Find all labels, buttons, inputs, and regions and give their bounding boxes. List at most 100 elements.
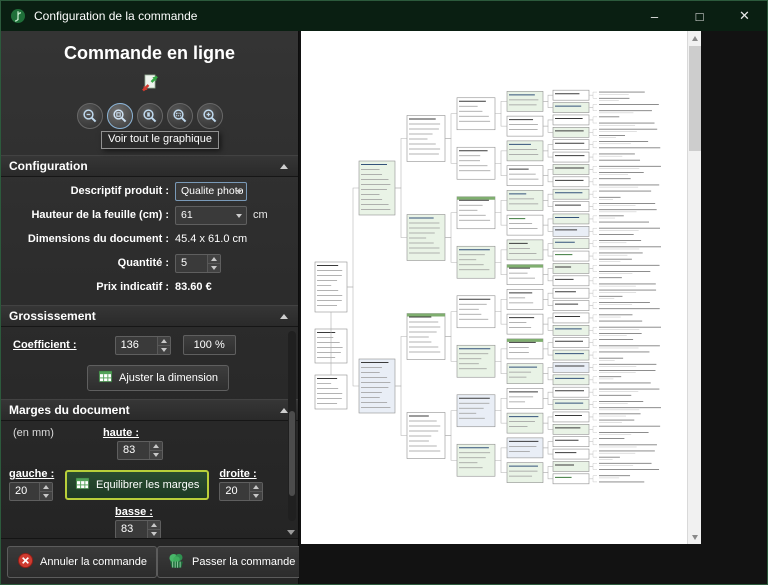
coefficient-increment-button[interactable]	[157, 336, 170, 345]
margin-top-value: 83	[123, 444, 136, 456]
section-title: Marges du document	[9, 403, 130, 417]
section-title: Grossissement	[9, 309, 96, 323]
price-label: Prix indicatif :	[96, 281, 169, 293]
balance-grid-icon	[75, 476, 90, 494]
margin-left-value: 20	[15, 485, 28, 497]
margin-right-label: droite :	[219, 468, 257, 480]
collapse-icon[interactable]	[280, 407, 288, 413]
close-button[interactable]: ✕	[722, 1, 767, 31]
margin-bottom-column: basse : 83	[1, 506, 171, 538]
margin-bottom-stepper[interactable]: 83	[115, 520, 161, 538]
window-content: Commande en ligne Voir tout le graphique…	[1, 31, 767, 584]
document-preview-area	[299, 31, 767, 584]
margin-top-decrement-button[interactable]	[150, 450, 162, 459]
quantity-value: 5	[181, 256, 188, 269]
scrollbar-up-arrow[interactable]	[688, 31, 702, 45]
margin-right-stepper[interactable]: 20	[219, 482, 264, 501]
genealogy-tree-preview	[314, 89, 661, 485]
collapse-icon[interactable]	[280, 313, 288, 319]
margin-right-decrement-button[interactable]	[250, 491, 263, 500]
margin-left-label: gauche :	[9, 468, 55, 480]
section-title: Configuration	[9, 159, 88, 173]
maximize-button[interactable]: □	[677, 1, 722, 31]
coefficient-row: Coefficient : 136 100 %	[1, 335, 298, 355]
app-icon	[10, 8, 26, 24]
window-title: Configuration de la commande	[34, 9, 198, 23]
minimize-button[interactable]: –	[632, 1, 677, 31]
dimensions-label: Dimensions du document :	[27, 233, 169, 245]
price-row: Prix indicatif : 83.60 €	[1, 277, 298, 297]
margin-top-stepper[interactable]: 83	[117, 441, 163, 460]
balance-margins-label: Equilibrer les marges	[96, 478, 200, 491]
basket-icon	[167, 551, 186, 573]
margin-left-decrement-button[interactable]	[40, 491, 52, 500]
chevron-down-icon	[236, 213, 242, 218]
order-panel: Commande en ligne Voir tout le graphique…	[1, 31, 306, 584]
zoom-tooltip: Voir tout le graphique	[101, 131, 219, 149]
quantity-decrement-button[interactable]	[208, 262, 220, 272]
document-page[interactable]	[301, 31, 687, 544]
margin-bottom-value: 83	[121, 523, 134, 535]
scrollbar-down-arrow[interactable]	[688, 530, 702, 544]
adjust-dimension-button[interactable]: Ajuster la dimension	[87, 365, 230, 391]
adjust-row: Ajuster la dimension	[1, 365, 298, 391]
margin-bottom-increment-button[interactable]	[148, 521, 160, 529]
margin-left-increment-button[interactable]	[40, 483, 52, 491]
titlebar[interactable]: Configuration de la commande – □ ✕	[1, 1, 767, 31]
zoom-selection-button[interactable]	[166, 103, 193, 129]
preview-scrollbar-thumb[interactable]	[689, 46, 701, 151]
quantity-stepper[interactable]: 5	[175, 253, 221, 273]
panel-scroll-down-arrow[interactable]	[287, 530, 295, 535]
margin-right-increment-button[interactable]	[250, 483, 263, 491]
margins-unit-note: (en mm)	[13, 427, 54, 439]
chevron-down-icon	[236, 189, 242, 194]
zoom-page-button[interactable]	[136, 103, 163, 129]
collapse-icon[interactable]	[280, 163, 288, 169]
sheet-height-row: Hauteur de la feuille (cm) : 61 cm	[1, 205, 298, 225]
sheet-height-select[interactable]: 61	[175, 205, 247, 225]
online-order-icon	[1, 71, 298, 97]
cancel-order-button[interactable]: Annuler la commande	[7, 545, 158, 578]
order-footer: Annuler la commande Passer la commande	[1, 538, 306, 584]
margin-right-value: 20	[225, 485, 238, 497]
sheet-height-unit: cm	[253, 209, 268, 221]
panel-scrollbar-thumb[interactable]	[289, 410, 295, 497]
zoom-in-button[interactable]	[196, 103, 223, 129]
place-order-label: Passer la commande	[192, 555, 296, 568]
zoom-out-button[interactable]	[76, 103, 103, 129]
product-select[interactable]: Qualite photo	[175, 181, 247, 201]
section-header-configuration[interactable]: Configuration	[1, 155, 298, 177]
margin-top-increment-button[interactable]	[150, 442, 162, 450]
margin-bottom-decrement-button[interactable]	[148, 529, 160, 538]
fit-whole-graph-button[interactable]	[106, 103, 133, 129]
panel-vertical-scrollbar[interactable]	[288, 331, 296, 521]
section-header-grossissement[interactable]: Grossissement	[1, 305, 298, 327]
coefficient-decrement-button[interactable]	[157, 344, 170, 354]
balance-margins-button[interactable]: Equilibrer les marges	[65, 469, 210, 500]
quantity-increment-button[interactable]	[208, 254, 220, 263]
price-value: 83.60 €	[175, 281, 212, 293]
hundred-percent-button[interactable]: 100 %	[182, 335, 236, 355]
margins-middle-row: gauche : 20 Equilibrer les marges droite…	[1, 468, 298, 501]
dimensions-row: Dimensions du document : 45.4 x 61.0 cm	[1, 229, 298, 249]
margin-left-stepper[interactable]: 20	[9, 482, 53, 501]
cancel-icon	[17, 552, 34, 572]
product-row: Descriptif produit : Qualite photo	[1, 181, 298, 201]
margin-left-column: gauche : 20	[9, 468, 55, 501]
cancel-order-label: Annuler la commande	[40, 555, 148, 568]
margin-top-row: 83	[1, 441, 298, 460]
coefficient-stepper[interactable]: 136	[114, 335, 171, 355]
preview-vertical-scrollbar[interactable]	[687, 31, 701, 544]
coefficient-value: 136	[120, 338, 139, 351]
adjust-dimension-label: Ajuster la dimension	[119, 372, 219, 384]
margin-top-label: haute :	[102, 427, 140, 439]
margin-bottom-label: basse :	[115, 506, 153, 518]
window-controls: – □ ✕	[632, 1, 767, 31]
margin-right-column: droite : 20	[219, 468, 265, 501]
grid-table-icon	[98, 369, 113, 387]
quantity-label: Quantité :	[117, 257, 169, 269]
quantity-row: Quantité : 5	[1, 253, 298, 273]
margins-note-row: (en mm) haute :	[1, 426, 298, 439]
place-order-button[interactable]: Passer la commande	[157, 545, 306, 578]
section-header-marges[interactable]: Marges du document	[1, 399, 298, 421]
